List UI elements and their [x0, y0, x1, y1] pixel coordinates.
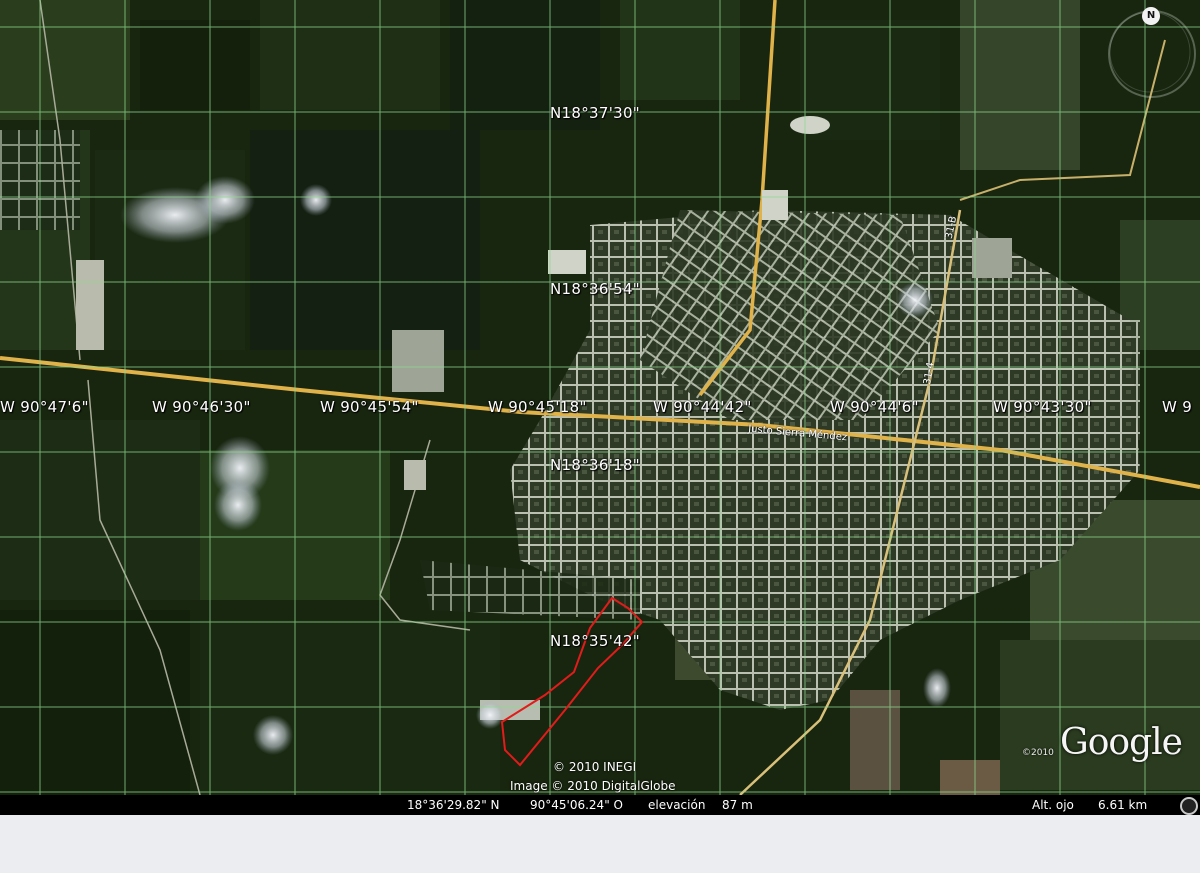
eye-altitude-label: Alt. ojo	[1032, 798, 1074, 812]
longitude-label-3: W 90°45'54"	[320, 398, 419, 416]
latitude-label-2: N18°36'54"	[550, 280, 641, 298]
longitude-label-8: W 9	[1162, 398, 1193, 416]
elevation-label: elevación	[648, 798, 706, 812]
latitude-label-4: N18°35'42"	[550, 632, 641, 650]
latitude-label-1: N18°37'30"	[550, 104, 641, 122]
north-compass-icon[interactable]: N	[1142, 7, 1160, 25]
longitude-label-1: W 90°47'6"	[0, 398, 89, 416]
longitude-label-6: W 90°44'6"	[830, 398, 919, 416]
cursor-longitude: 90°45'06.24" O	[530, 798, 623, 812]
logo-year: ©2010	[1022, 748, 1054, 758]
longitude-label-7: W 90°43'30"	[993, 398, 1092, 416]
digitalglobe-credit: Image © 2010 DigitalGlobe	[510, 779, 676, 793]
longitude-label-2: W 90°46'30"	[152, 398, 251, 416]
satellite-map[interactable]: N18°37'30" N18°36'54" N18°36'18" N18°35'…	[0, 0, 1200, 815]
eye-altitude-value: 6.61 km	[1098, 798, 1148, 812]
longitude-label-4: W 90°45'18"	[488, 398, 587, 416]
cursor-latitude: 18°36'29.82" N	[407, 798, 500, 812]
status-bar: 18°36'29.82" N 90°45'06.24" O elevación …	[0, 795, 1200, 815]
page-border	[0, 815, 1200, 873]
elevation-value: 87 m	[722, 798, 753, 812]
longitude-label-5: W 90°44'42"	[653, 398, 752, 416]
latitude-label-3: N18°36'18"	[550, 456, 641, 474]
inegi-credit: © 2010 INEGI	[553, 760, 637, 774]
google-logo: Google	[1060, 722, 1183, 763]
navigation-corner-icon[interactable]	[1180, 797, 1198, 815]
